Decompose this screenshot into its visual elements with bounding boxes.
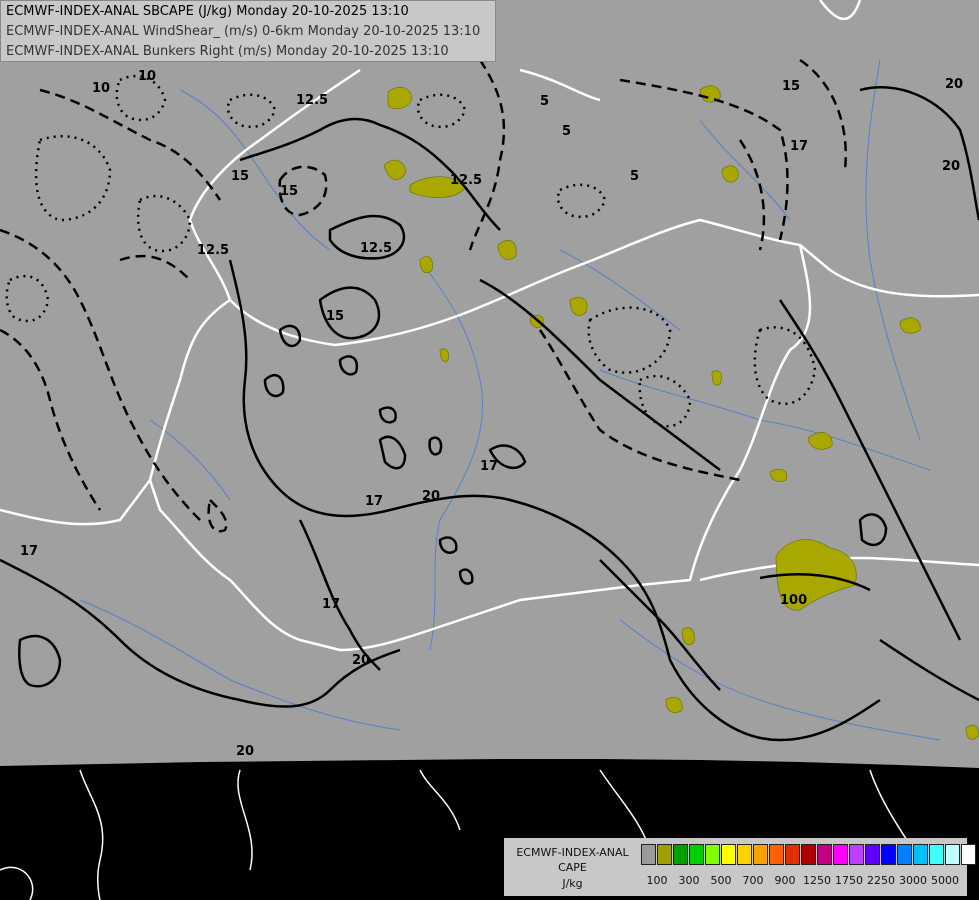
legend-swatch (833, 844, 848, 865)
contour-label: 20 (352, 653, 370, 668)
legend-swatch (929, 844, 944, 865)
legend-unit: J/kg (562, 877, 583, 890)
legend-swatch (673, 844, 688, 865)
title-windshear: ECMWF-INDEX-ANAL WindShear_ (m/s) 0-6km … (6, 24, 481, 39)
contour-label: 100 (780, 593, 807, 608)
legend-tick-label: 300 (678, 874, 700, 887)
contour-label: 5 (562, 124, 571, 139)
legend-tick-label: 1750 (835, 874, 863, 887)
contour-label: 5 (540, 94, 549, 109)
title-box: ECMWF-INDEX-ANAL SBCAPE (J/kg) Monday 20… (0, 0, 496, 62)
legend-swatch (945, 844, 960, 865)
legend-swatch (785, 844, 800, 865)
legend-swatch (865, 844, 880, 865)
legend-swatch (881, 844, 896, 865)
contour-label: 10 (138, 69, 156, 84)
legend-swatch (769, 844, 784, 865)
title-bunkers: ECMWF-INDEX-ANAL Bunkers Right (m/s) Mon… (6, 44, 449, 59)
contour-label: 20 (236, 744, 254, 759)
contour-label: 5 (630, 169, 639, 184)
legend-tick-label: 5000 (931, 874, 959, 887)
legend-tick-label: 700 (742, 874, 764, 887)
legend-swatches (641, 844, 977, 865)
cape-legend: ECMWF-INDEX-ANAL CAPE J/kg 100 300 500 700 9… (504, 838, 976, 896)
legend-swatch (801, 844, 816, 865)
contour-label: 20 (942, 159, 960, 174)
legend-swatch (721, 844, 736, 865)
legend-swatch (817, 844, 832, 865)
contour-label: 17 (365, 494, 383, 509)
contour-label: 20 (422, 489, 440, 504)
legend-tick-label: 100 (646, 874, 668, 887)
contour-label: 20 (945, 77, 963, 92)
contour-label: 12.5 (450, 173, 482, 188)
contour-label: 15 (231, 169, 249, 184)
title-sbcape: ECMWF-INDEX-ANAL SBCAPE (J/kg) Monday 20… (6, 4, 409, 19)
legend-swatch (913, 844, 928, 865)
legend-swatch (641, 844, 656, 865)
legend-swatch (753, 844, 768, 865)
weather-map: 10 12.5 15 17 20 12.5 15 17 20 100 5 5 5… (0, 0, 979, 900)
legend-swatch (689, 844, 704, 865)
legend-swatch (657, 844, 672, 865)
contour-label: 10 (92, 81, 110, 96)
legend-tick-label: 900 (774, 874, 796, 887)
contour-label: 17 (322, 597, 340, 612)
legend-source: ECMWF-INDEX-ANAL (516, 846, 629, 859)
legend-swatch (897, 844, 912, 865)
contour-label: 12.5 (197, 243, 229, 258)
legend-swatch (961, 844, 976, 865)
contour-label: 15 (280, 184, 298, 199)
contour-label: 12.5 (296, 93, 328, 108)
contour-label: 17 (480, 459, 498, 474)
contour-label: 17 (20, 544, 38, 559)
contour-label: 17 (790, 139, 808, 154)
legend-tick-label: 1250 (803, 874, 831, 887)
contour-label: 15 (782, 79, 800, 94)
legend-variable: CAPE (558, 861, 587, 874)
legend-swatch (737, 844, 752, 865)
legend-tick-label: 3000 (899, 874, 927, 887)
legend-tick-label: 2250 (867, 874, 895, 887)
legend-swatch (705, 844, 720, 865)
legend-swatch (849, 844, 864, 865)
legend-tick-label: 500 (710, 874, 732, 887)
contour-label: 15 (326, 309, 344, 324)
contour-label: 12.5 (360, 241, 392, 256)
